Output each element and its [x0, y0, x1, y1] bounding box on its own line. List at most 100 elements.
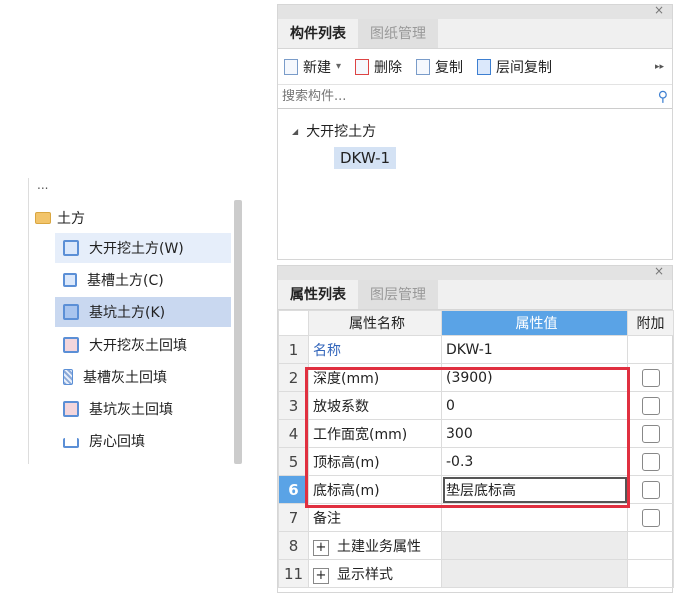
- delete-button[interactable]: 删除: [355, 57, 402, 77]
- tab-layer-management[interactable]: 图层管理: [358, 280, 438, 309]
- table-row[interactable]: 5 顶标高(m) -0.3: [278, 447, 674, 476]
- component-list-panel: × 构件列表 图纸管理 新建 ▾ 删除 复制 层间复制 ▸▸ ⚲ ◢ 大开挖土方 D…: [277, 3, 673, 260]
- new-icon: [284, 58, 298, 75]
- property-list-panel: × 属性列表 图层管理 属性名称 属性值 附加 1 名称 DKW-1 2 深度(…: [277, 264, 674, 593]
- search-icon[interactable]: ⚲: [658, 89, 668, 105]
- expand-plus-icon[interactable]: +: [313, 539, 329, 556]
- header-corner: [278, 310, 309, 336]
- tree-item-pit[interactable]: 基坑土方(K): [55, 297, 231, 327]
- table-row-group[interactable]: 11 + 显示样式: [278, 559, 674, 588]
- tree-item-pit-backfill[interactable]: 基坑灰土回填: [55, 394, 231, 424]
- row-number: 3: [278, 391, 309, 420]
- folder-earthwork[interactable]: 土方: [35, 208, 85, 228]
- copy-button[interactable]: 复制: [416, 57, 463, 77]
- toolbar: 新建 ▾ 删除 复制 层间复制 ▸▸: [278, 49, 672, 85]
- folder-label: 土方: [57, 211, 85, 227]
- header-extra: 附加: [627, 310, 674, 336]
- table-row[interactable]: 4 工作面宽(mm) 300: [278, 419, 674, 448]
- property-value[interactable]: [441, 503, 628, 532]
- delete-label: 删除: [374, 59, 403, 76]
- row-number: 6: [278, 475, 309, 504]
- expand-plus-icon[interactable]: +: [313, 567, 329, 584]
- extra-checkbox[interactable]: [642, 424, 660, 443]
- item-label: 基槽灰土回填: [83, 370, 167, 386]
- tab-drawing-management[interactable]: 图纸管理: [358, 19, 438, 48]
- item-label: 大开挖灰土回填: [89, 338, 187, 354]
- property-name: 名称: [308, 335, 442, 364]
- property-value[interactable]: -0.3: [441, 447, 628, 476]
- property-value[interactable]: DKW-1: [441, 335, 628, 364]
- extra-cell: [627, 391, 674, 420]
- property-name: 深度(mm): [308, 363, 442, 392]
- pit-icon: [63, 304, 79, 320]
- extra-cell: [627, 503, 674, 532]
- tree-item-excavation[interactable]: 大开挖土方(W): [55, 233, 231, 263]
- tree-item-trench[interactable]: 基槽土方(C): [55, 265, 231, 295]
- panel-header: ×: [278, 3, 672, 19]
- extra-cell: [627, 363, 674, 392]
- extra-cell: [627, 475, 674, 504]
- header-name: 属性名称: [308, 310, 442, 336]
- close-icon[interactable]: ×: [654, 264, 664, 278]
- item-label: 房心回填: [89, 434, 145, 450]
- chevron-down-icon[interactable]: ▾: [336, 61, 341, 72]
- copy-icon: [416, 58, 431, 75]
- row-number: 7: [278, 503, 309, 532]
- extra-cell: [627, 335, 674, 364]
- close-icon[interactable]: ×: [654, 3, 664, 17]
- panel-header: ×: [278, 264, 672, 280]
- extra-checkbox[interactable]: [642, 508, 660, 527]
- excavation-backfill-icon: [63, 337, 79, 353]
- table-row-selected[interactable]: 6 底标高(m) 垫层底标高: [278, 475, 674, 504]
- property-name: 放坡系数: [308, 391, 442, 420]
- scrollbar[interactable]: [234, 200, 242, 464]
- row-number: 5: [278, 447, 309, 476]
- tree-item-trench-backfill[interactable]: 基槽灰土回填: [55, 362, 231, 392]
- tab-property-list[interactable]: 属性列表: [278, 280, 358, 309]
- floor-copy-label: 层间复制: [496, 59, 553, 76]
- row-number: 11: [278, 559, 309, 588]
- tree-item-room-backfill[interactable]: 房心回填: [55, 426, 231, 456]
- extra-cell: [627, 531, 674, 560]
- new-button[interactable]: 新建 ▾: [284, 57, 341, 77]
- extra-checkbox[interactable]: [642, 368, 660, 387]
- folder-icon: [35, 212, 51, 224]
- floor-copy-icon: [477, 58, 492, 75]
- property-table: 属性名称 属性值 附加 1 名称 DKW-1 2 深度(mm) (3900) 3…: [278, 310, 674, 588]
- excavation-icon: [63, 240, 79, 256]
- item-label: 基坑土方(K): [89, 305, 166, 321]
- expand-icon[interactable]: ◢: [292, 127, 298, 136]
- extra-checkbox[interactable]: [642, 396, 660, 415]
- property-name: 顶标高(m): [308, 447, 442, 476]
- extra-checkbox[interactable]: [642, 452, 660, 471]
- property-value[interactable]: 0: [441, 391, 628, 420]
- truncated-tree-item[interactable]: ...: [37, 178, 77, 192]
- tab-component-list[interactable]: 构件列表: [278, 19, 358, 48]
- tree-node-excavation[interactable]: ◢ 大开挖土方: [292, 121, 376, 141]
- floor-copy-button[interactable]: 层间复制: [477, 57, 552, 77]
- tree-node-dkw-1[interactable]: DKW-1: [334, 147, 397, 169]
- row-number: 4: [278, 419, 309, 448]
- table-row[interactable]: 1 名称 DKW-1: [278, 335, 674, 364]
- property-value[interactable]: (3900): [441, 363, 628, 392]
- header-value: 属性值: [441, 310, 628, 336]
- group-name-cell: + 土建业务属性: [308, 531, 442, 560]
- property-name: 工作面宽(mm): [308, 419, 442, 448]
- property-value-editing[interactable]: 垫层底标高: [441, 475, 628, 504]
- search-input[interactable]: [282, 89, 658, 104]
- delete-icon: [355, 58, 370, 75]
- row-number: 2: [278, 363, 309, 392]
- tree-node-label: 大开挖土方: [306, 124, 377, 140]
- table-row[interactable]: 2 深度(mm) (3900): [278, 363, 674, 392]
- property-name: 底标高(m): [308, 475, 442, 504]
- property-value: [441, 531, 628, 560]
- row-number: 8: [278, 531, 309, 560]
- tree-item-excavation-backfill[interactable]: 大开挖灰土回填: [55, 330, 231, 360]
- component-type-tree: ... 土方 大开挖土方(W) 基槽土方(C) 基坑土方(K) 大开挖灰土回填 …: [28, 178, 242, 464]
- extra-checkbox[interactable]: [642, 480, 660, 499]
- table-row-group[interactable]: 8 + 土建业务属性: [278, 531, 674, 560]
- property-value[interactable]: 300: [441, 419, 628, 448]
- table-row[interactable]: 7 备注: [278, 503, 674, 532]
- table-row[interactable]: 3 放坡系数 0: [278, 391, 674, 420]
- more-icon[interactable]: ▸▸: [655, 62, 664, 72]
